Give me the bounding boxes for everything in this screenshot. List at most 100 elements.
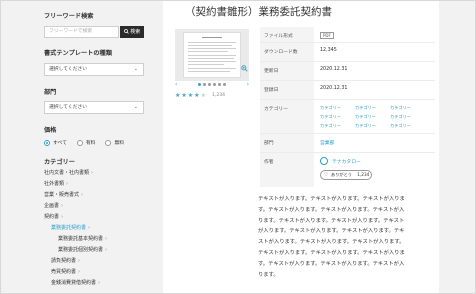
star-icon: ★ <box>187 92 194 99</box>
info-row-category: カテゴリー カテゴリー カテゴリー カテゴリー カテゴリー カテゴリー カテゴリ… <box>260 100 435 134</box>
info-label: 部門 <box>264 141 274 146</box>
chevron-right-icon: › <box>105 236 108 242</box>
department-select-value: 選択してください <box>49 105 88 110</box>
info-row-department: 部門 営業部 <box>260 134 435 153</box>
carousel-dot[interactable] <box>213 83 216 86</box>
description-line: テキストが入ります。テキストが入ります。テキストが入りま <box>258 249 405 256</box>
document-thumbnail <box>183 32 241 78</box>
chevron-down-icon: ⌄ <box>133 104 138 110</box>
description-line: が入ります。テキストが入ります。テキストが入ります。テキ <box>258 228 405 235</box>
star-icon: ★ <box>181 92 187 99</box>
price-option-label: 有料 <box>85 141 96 146</box>
price-option-label: すべて <box>53 141 67 146</box>
category-item[interactable]: 売買契約書 › <box>51 268 80 275</box>
category-item[interactable]: 企画書 › <box>44 202 63 209</box>
rating-stars: ★ ★ ★ ★ ★ 1,234 <box>175 92 225 99</box>
thanks-button[interactable]: ♡ ありがとう 1,234 <box>320 170 372 180</box>
download-count: 12,345 <box>320 48 337 53</box>
radio-icon <box>105 139 112 146</box>
category-link[interactable]: カテゴリー <box>320 114 341 120</box>
preview-carousel: ‹ › <box>175 81 249 88</box>
rating-count: 1,234 <box>211 93 226 98</box>
search-button[interactable]: 検索 <box>120 26 144 38</box>
description-line: ストが入ります。テキストが入ります。テキストが入ります。 <box>258 239 405 246</box>
category-item[interactable]: 請負契約書 › <box>51 257 80 264</box>
zoom-in-icon[interactable] <box>241 65 248 74</box>
description-line: ります。テキストが入ります。テキストが入ります。テキスト <box>258 217 405 224</box>
category-item[interactable]: 契約書 › <box>44 213 63 220</box>
category-link[interactable]: カテゴリー <box>390 105 411 111</box>
page-title: （契約書雛形）業務委託契約書 <box>185 6 332 18</box>
chevron-left-icon[interactable]: ‹ <box>175 81 177 88</box>
template-type-heading: 書式テンプレートの種類 <box>44 50 112 57</box>
category-heading: カテゴリー <box>44 159 75 166</box>
info-row-registered: 登録日 2020.12.31 <box>260 81 435 100</box>
description-line: す。テキストが入ります。テキストが入ります。テキストが入 <box>258 206 405 213</box>
author-link[interactable]: テナカタロー <box>332 158 361 165</box>
carousel-dot[interactable] <box>198 83 201 86</box>
chevron-right-icon: › <box>78 269 81 275</box>
chevron-right-icon[interactable]: › <box>247 81 249 88</box>
carousel-dot[interactable] <box>223 83 226 86</box>
category-link[interactable]: カテゴリー <box>320 123 341 129</box>
category-link[interactable]: カテゴリー <box>355 123 376 129</box>
info-label: ファイル形式 <box>264 34 293 39</box>
document-info-table: ファイル形式 PDF ダウンロード数 12,345 更新日 2020.12.31… <box>260 27 435 187</box>
category-link[interactable]: カテゴリー <box>355 114 376 120</box>
info-row-downloads: ダウンロード数 12,345 <box>260 43 435 62</box>
price-option-free[interactable]: 無料 <box>105 139 124 146</box>
page-frame: フリーワード検索 フリーワードで検索 検索 書式テンプレートの種類 選択してくだ… <box>0 0 476 294</box>
carousel-dots <box>198 83 226 86</box>
description-line: ります。 <box>258 271 279 278</box>
category-link[interactable]: カテゴリー <box>320 105 341 111</box>
category-link[interactable]: カテゴリー <box>355 105 376 111</box>
category-item[interactable]: 業務委託個別契約書 › <box>58 246 107 253</box>
chevron-right-icon: › <box>81 192 84 198</box>
registered-date: 2020.12.31 <box>320 86 348 91</box>
info-label: 登録日 <box>264 88 279 93</box>
info-row-updated: 更新日 2020.12.31 <box>260 62 435 81</box>
info-label: カテゴリー <box>264 107 288 112</box>
category-item[interactable]: 金銭消費貸借契約書 › <box>51 279 100 286</box>
price-heading: 価格 <box>44 127 57 134</box>
radio-icon <box>76 139 83 146</box>
document-preview[interactable] <box>175 29 249 81</box>
free-word-heading: フリーワード検索 <box>44 13 94 20</box>
description-line: す。テキストが入ります。テキストが入ります。テキストが入 <box>258 260 405 267</box>
heart-icon: ♡ <box>324 172 329 178</box>
chevron-right-icon: › <box>66 181 69 187</box>
price-option-paid[interactable]: 有料 <box>76 139 96 146</box>
category-item[interactable]: 営業・販売書式 › <box>44 191 83 198</box>
category-item[interactable]: 業務委託基本契約書 › <box>58 235 107 242</box>
category-item[interactable]: 社外書類 › <box>44 180 68 187</box>
info-label: 作者 <box>264 160 274 165</box>
radio-selected-icon <box>44 139 50 146</box>
carousel-dot[interactable] <box>218 83 221 86</box>
template-type-select[interactable]: 選択してください ⌄ <box>44 63 144 76</box>
thanks-count: 1,234 <box>357 172 370 177</box>
search-button-label: 検索 <box>130 29 141 35</box>
info-label: ダウンロード数 <box>264 50 298 55</box>
chevron-right-icon: › <box>91 170 94 176</box>
chevron-right-icon: › <box>88 225 91 231</box>
department-select[interactable]: 選択してください ⌄ <box>44 101 144 114</box>
star-icon: ★ <box>175 92 181 99</box>
avatar <box>320 157 328 165</box>
info-row-author: 作者 テナカタロー ♡ ありがとう 1,234 <box>260 153 435 187</box>
carousel-dot[interactable] <box>203 83 206 86</box>
chevron-right-icon: › <box>98 280 101 286</box>
star-empty-icon: ★ <box>200 92 206 99</box>
category-link[interactable]: カテゴリー <box>390 114 411 120</box>
department-link[interactable]: 営業部 <box>320 139 334 146</box>
chevron-right-icon: › <box>61 203 64 209</box>
info-label: 更新日 <box>264 69 279 74</box>
search-input[interactable]: フリーワードで検索 <box>44 26 119 38</box>
updated-date: 2020.12.31 <box>320 67 348 72</box>
category-item-active[interactable]: 業務委託契約書 › <box>51 224 90 231</box>
category-link[interactable]: カテゴリー <box>390 123 411 129</box>
thanks-label: ありがとう <box>331 172 352 177</box>
category-item[interactable]: 社内文書・社内書類 › <box>44 169 93 176</box>
star-icon: ★ <box>194 92 200 99</box>
price-option-all[interactable]: すべて <box>44 139 67 146</box>
carousel-dot[interactable] <box>208 83 211 86</box>
